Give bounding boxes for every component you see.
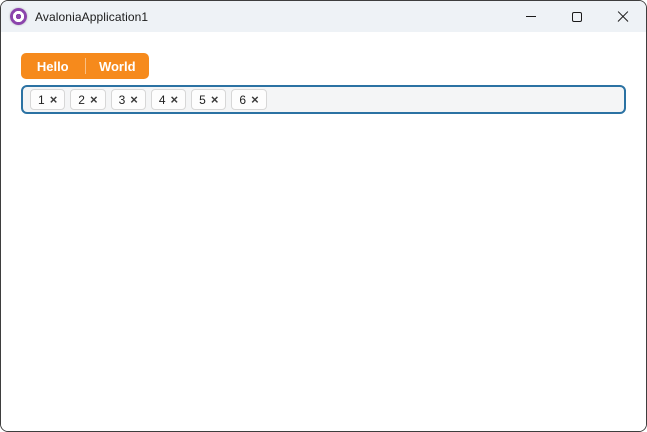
chip-3: 3 × (110, 89, 146, 110)
chip-label: 2 (78, 92, 85, 107)
close-button[interactable] (600, 1, 646, 32)
titlebar-left: AvaloniaApplication1 (1, 8, 508, 25)
chip-remove-button[interactable]: × (130, 93, 138, 106)
world-button[interactable]: World (86, 53, 150, 79)
chip-5: 5 × (191, 89, 227, 110)
chip-4: 4 × (150, 89, 187, 110)
chip-label: 5 (199, 92, 206, 107)
chip-remove-button[interactable]: × (211, 93, 219, 106)
chip-label: 3 (118, 92, 126, 107)
minimize-icon (526, 16, 536, 17)
titlebar: AvaloniaApplication1 (1, 1, 646, 32)
app-window: AvaloniaApplication1 Hello World 1 × 2 ×… (0, 0, 647, 432)
caption-buttons (508, 1, 646, 32)
hello-world-button-bar: Hello World (21, 53, 149, 79)
chip-6: 6 × (231, 89, 267, 110)
hello-button[interactable]: Hello (21, 53, 85, 79)
chip-remove-button[interactable]: × (171, 93, 179, 106)
chip-label: 6 (239, 92, 247, 107)
chip-label: 1 (38, 92, 45, 107)
chip-remove-button[interactable]: × (50, 93, 58, 106)
main-content: Hello World 1 × 2 × 3 × 4 × 5 × 6 × (1, 32, 646, 431)
chip-remove-button[interactable]: × (90, 93, 98, 106)
minimize-button[interactable] (508, 1, 554, 32)
window-title: AvaloniaApplication1 (35, 9, 149, 24)
avalonia-logo-icon (10, 8, 27, 25)
chip-label: 4 (158, 92, 166, 107)
chip-1: 1 × (30, 89, 66, 110)
close-icon (617, 11, 629, 23)
maximize-button[interactable] (554, 1, 600, 32)
chip-2: 2 × (70, 89, 106, 110)
maximize-icon (572, 11, 582, 22)
tag-input-box[interactable]: 1 × 2 × 3 × 4 × 5 × 6 × (21, 85, 626, 114)
chip-remove-button[interactable]: × (251, 93, 259, 106)
